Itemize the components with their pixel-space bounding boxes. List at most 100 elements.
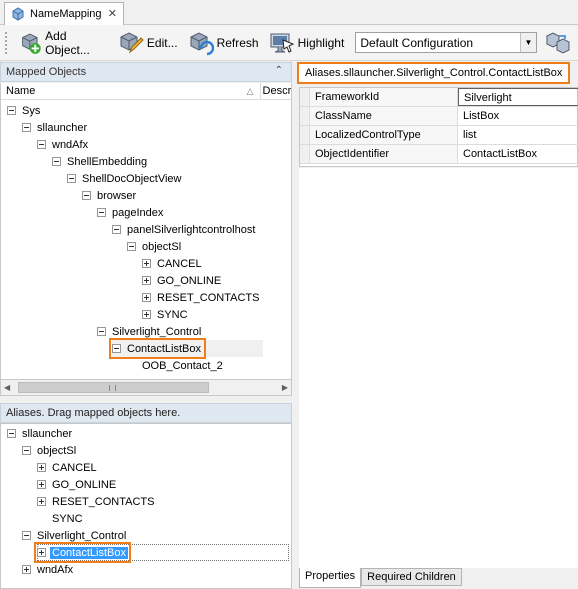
- expand-icon[interactable]: [142, 259, 151, 268]
- collapse-node-icon[interactable]: [7, 106, 16, 115]
- expand-icon[interactable]: [142, 310, 151, 319]
- edit-label: Edit...: [146, 35, 178, 50]
- tree-node[interactable]: GO_ONLINE: [37, 476, 118, 493]
- tree-node[interactable]: SYNC: [37, 510, 85, 527]
- tree-node-label: Silverlight_Control: [37, 529, 127, 542]
- properties-table: FrameworkId Silverlight ClassName ListBox Lo…: [299, 87, 578, 167]
- collapse-node-icon[interactable]: [82, 191, 91, 200]
- mapped-objects-column-header: Name △ Descr: [0, 83, 292, 100]
- collapse-node-icon[interactable]: [112, 225, 121, 234]
- column-description[interactable]: Descr: [261, 83, 291, 99]
- mapped-objects-horizontal-scrollbar[interactable]: ◀ ▶: [0, 379, 292, 396]
- property-name: LocalizedControlType: [310, 126, 458, 144]
- tree-node[interactable]: GO_ONLINE: [142, 272, 223, 289]
- collapse-node-icon[interactable]: [37, 140, 46, 149]
- property-name: FrameworkId: [310, 88, 458, 106]
- collapse-node-icon[interactable]: [127, 242, 136, 251]
- property-row[interactable]: LocalizedControlType list: [300, 126, 578, 145]
- aliases-title: Aliases. Drag mapped objects here.: [6, 407, 181, 419]
- tree-node-label: GO_ONLINE: [157, 274, 222, 287]
- refresh-button[interactable]: Refresh: [185, 29, 262, 57]
- tab-properties[interactable]: Properties: [299, 568, 362, 588]
- collapse-node-icon[interactable]: [22, 446, 31, 455]
- tree-node-label: SYNC: [52, 512, 83, 525]
- property-row[interactable]: FrameworkId Silverlight: [300, 88, 578, 107]
- tree-node[interactable]: sllauncher: [7, 425, 74, 442]
- tree-node[interactable]: pageIndex: [97, 204, 165, 221]
- tree-node[interactable]: panelSilverlightcontrolhost: [112, 221, 257, 238]
- highlight-icon: [270, 33, 294, 53]
- tree-node[interactable]: Sys: [7, 102, 42, 119]
- property-row[interactable]: ObjectIdentifier ContactListBox: [300, 145, 578, 164]
- tree-node[interactable]: wndAfx: [37, 136, 90, 153]
- toolbar: Add Object... Edit... Refresh Highlight …: [0, 25, 578, 61]
- column-name[interactable]: Name △: [1, 83, 261, 99]
- dropdown-icon[interactable]: ▼: [519, 33, 536, 52]
- configuration-value: Default Configuration: [360, 35, 474, 50]
- column-description-label: Descr: [262, 85, 291, 97]
- row-gutter: [300, 88, 310, 106]
- add-object-button[interactable]: Add Object...: [16, 29, 111, 57]
- tree-node[interactable]: sllauncher: [22, 119, 89, 136]
- layout-button[interactable]: [542, 29, 574, 57]
- highlight-button[interactable]: Highlight: [266, 29, 348, 57]
- scroll-left-icon[interactable]: ◀: [4, 383, 10, 392]
- tree-node-label: wndAfx: [37, 563, 74, 576]
- tree-node[interactable]: wndAfx: [22, 561, 75, 578]
- row-gutter: [300, 126, 310, 144]
- highlight-label: Highlight: [297, 35, 345, 50]
- tree-node[interactable]: objectSl: [127, 238, 183, 255]
- property-value[interactable]: Silverlight: [458, 88, 578, 106]
- tree-node[interactable]: CANCEL: [37, 459, 99, 476]
- alias-path: Aliases.sllauncher.Silverlight_Control.C…: [297, 62, 571, 84]
- expand-icon[interactable]: [22, 565, 31, 574]
- expand-icon[interactable]: [37, 463, 46, 472]
- scroll-right-icon[interactable]: ▶: [282, 383, 288, 392]
- tree-node[interactable]: CANCEL: [142, 255, 204, 272]
- property-value[interactable]: list: [458, 126, 578, 144]
- tab-required-children[interactable]: Required Children: [361, 568, 462, 586]
- expand-icon[interactable]: [142, 276, 151, 285]
- property-row[interactable]: ClassName ListBox: [300, 107, 578, 126]
- collapse-icon[interactable]: ⌃: [275, 65, 283, 76]
- tree-node[interactable]: objectSl: [22, 442, 78, 459]
- collapse-node-icon[interactable]: [52, 157, 61, 166]
- tree-node-label: OOB_Contact_2: [142, 359, 223, 372]
- tab-namemapping[interactable]: NameMapping ✕: [4, 2, 124, 25]
- expand-icon[interactable]: [37, 480, 46, 489]
- tree-node[interactable]: RESET_CONTACTS: [142, 289, 261, 306]
- collapse-node-icon[interactable]: [97, 327, 106, 336]
- tree-node[interactable]: ShellEmbedding: [52, 153, 149, 170]
- column-name-label: Name: [6, 85, 36, 97]
- aliases-header: Aliases. Drag mapped objects here.: [0, 403, 292, 423]
- properties-empty-area: [299, 168, 578, 568]
- collapse-node-icon[interactable]: [22, 123, 31, 132]
- add-object-icon: [21, 32, 41, 54]
- scrollbar-thumb[interactable]: [18, 382, 209, 393]
- property-value[interactable]: ContactListBox: [458, 145, 578, 163]
- tree-node[interactable]: browser: [82, 187, 138, 204]
- tree-node[interactable]: ShellDocObjectView: [67, 170, 183, 187]
- sort-arrow-icon: △: [246, 86, 254, 96]
- collapse-node-icon[interactable]: [67, 174, 76, 183]
- edit-button[interactable]: Edit...: [115, 29, 181, 57]
- expand-icon[interactable]: [37, 497, 46, 506]
- collapse-node-icon[interactable]: [22, 531, 31, 540]
- tree-node[interactable]: SYNC: [142, 306, 190, 323]
- expand-icon[interactable]: [142, 293, 151, 302]
- tree-node[interactable]: OOB_Contact_2: [127, 357, 225, 374]
- tree-node-label: pageIndex: [112, 206, 164, 219]
- tree-node-label: objectSl: [37, 444, 77, 457]
- close-icon[interactable]: ✕: [108, 7, 117, 20]
- tree-node-label: RESET_CONTACTS: [52, 495, 155, 508]
- tree-node-label: browser: [97, 189, 137, 202]
- collapse-node-icon[interactable]: [7, 429, 16, 438]
- tree-node[interactable]: RESET_CONTACTS: [37, 493, 156, 510]
- property-value[interactable]: ListBox: [458, 107, 578, 125]
- property-name: ClassName: [310, 107, 458, 125]
- configuration-select[interactable]: Default Configuration ▼: [355, 32, 537, 53]
- layout-icon: [546, 31, 570, 54]
- tree-node-label: objectSl: [142, 240, 182, 253]
- tree-node-label: Sys: [22, 104, 41, 117]
- collapse-node-icon[interactable]: [97, 208, 106, 217]
